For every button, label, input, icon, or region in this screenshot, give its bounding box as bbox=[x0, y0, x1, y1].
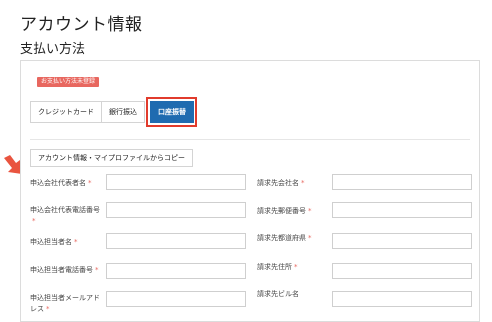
payment-method-panel: お支払い方法未登録 クレジットカード 銀行振込 口座振替 アカウント情報・マイプ… bbox=[20, 60, 480, 322]
billing-building-input[interactable] bbox=[332, 291, 472, 307]
billing-company-input[interactable] bbox=[332, 174, 472, 190]
form-label: 申込担当者電話番号 * bbox=[30, 266, 99, 274]
form-label: 申込会社代表者名 * bbox=[30, 179, 92, 187]
billing-address-input[interactable] bbox=[332, 263, 472, 279]
billing-prefecture-input[interactable] bbox=[332, 233, 472, 249]
section-title: 支払い方法 bbox=[20, 42, 86, 57]
form-label: 請求先都道府県 * bbox=[257, 234, 312, 242]
divider bbox=[30, 139, 470, 140]
tab-account-transfer[interactable]: 口座振替 bbox=[150, 101, 194, 123]
contact-email-input[interactable] bbox=[106, 291, 246, 307]
payment-tabs: クレジットカード 銀行振込 口座振替 bbox=[30, 97, 197, 127]
form-label: 請求先会社名 * bbox=[257, 179, 305, 187]
tab-credit-card[interactable]: クレジットカード bbox=[30, 101, 102, 123]
page-title: アカウント情報 bbox=[20, 15, 143, 35]
form-label: 申込担当者名 * bbox=[30, 238, 78, 246]
copy-from-profile-button[interactable]: アカウント情報・マイプロファイルからコピー bbox=[30, 149, 193, 167]
form-label: 請求先ビル名 bbox=[257, 290, 299, 298]
representative-phone-input[interactable] bbox=[106, 202, 246, 218]
tab-bank-transfer[interactable]: 銀行振込 bbox=[101, 101, 145, 123]
form-label: 請求先郵便番号 * bbox=[257, 207, 312, 215]
status-badge: お支払い方法未登録 bbox=[37, 77, 100, 87]
active-tab-highlight: 口座振替 bbox=[146, 97, 197, 127]
form-label: 申込会社代表電話番号* bbox=[30, 206, 100, 225]
billing-postal-input[interactable] bbox=[332, 202, 472, 218]
contact-name-input[interactable] bbox=[106, 233, 246, 249]
form-label: 請求先住所 * bbox=[257, 263, 298, 271]
contact-phone-input[interactable] bbox=[106, 263, 246, 279]
representative-name-input[interactable] bbox=[106, 174, 246, 190]
